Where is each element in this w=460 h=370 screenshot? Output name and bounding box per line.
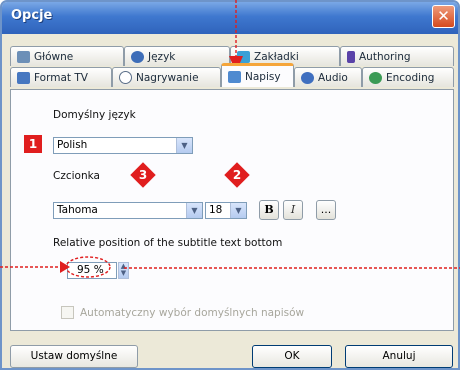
close-button[interactable]: ✕ — [432, 5, 455, 28]
chevron-down-icon[interactable]: ▼ — [186, 203, 202, 218]
bookmark-icon — [237, 50, 250, 63]
default-language-label: Domyślny język — [53, 109, 136, 121]
cancel-button[interactable]: Anuluj — [345, 345, 453, 368]
spinner-arrows-icon[interactable]: ▲ ▼ — [118, 262, 129, 279]
chevron-down-icon[interactable]: ▼ — [230, 203, 246, 218]
tab-encoding[interactable]: Encoding — [362, 67, 454, 87]
title-bar[interactable]: Opcje ✕ — [2, 2, 458, 34]
tab-strip: Główne Język Zakładki Authoring Format T… — [10, 42, 454, 92]
chevron-down-icon[interactable]: ▼ — [176, 138, 192, 153]
font-label: Czcionka — [53, 170, 100, 182]
callout-badge-3: 3 — [130, 162, 156, 188]
tab-label: Główne — [34, 50, 74, 63]
font-family-select[interactable]: Tahoma ▼ — [53, 202, 203, 219]
bold-button[interactable]: B — [259, 200, 279, 220]
tab-label: Audio — [318, 71, 348, 84]
pen-icon — [347, 50, 355, 63]
callout-number: 2 — [232, 168, 242, 182]
ok-button[interactable]: OK — [252, 345, 332, 368]
subtitles-panel: Domyślny język Polish ▼ Czcionka Tahoma … — [10, 89, 454, 331]
font-size-select[interactable]: 18 ▼ — [205, 202, 247, 219]
position-label: Relative position of the subtitle text b… — [53, 237, 283, 249]
callout-badge-2: 2 — [224, 162, 250, 188]
callout-number: 3 — [138, 168, 148, 182]
tab-label: Nagrywanie — [136, 71, 199, 84]
auto-select-label: Automatyczny wybór domyślnych napisów — [80, 306, 305, 319]
auto-select-checkbox[interactable] — [61, 306, 74, 319]
tab-glowne[interactable]: Główne — [10, 46, 124, 66]
default-language-value: Polish — [57, 139, 88, 151]
more-font-options-button[interactable]: ... — [316, 200, 336, 220]
audio-icon — [301, 71, 314, 84]
encoding-icon — [369, 71, 382, 84]
gear-icon — [17, 50, 30, 63]
tab-label: Encoding — [386, 71, 435, 84]
subtitles-icon — [228, 70, 241, 83]
tab-label: Napisy — [245, 70, 281, 83]
tab-jezyk[interactable]: Język — [124, 46, 230, 66]
callout-badge-1: 1 — [24, 135, 42, 153]
tv-icon — [17, 71, 30, 84]
tab-audio[interactable]: Audio — [294, 67, 362, 87]
tab-nagrywanie[interactable]: Nagrywanie — [112, 67, 221, 87]
italic-button[interactable]: I — [283, 200, 303, 220]
record-icon — [119, 71, 132, 84]
position-spinner[interactable]: 95 % — [67, 262, 117, 279]
font-family-value: Tahoma — [57, 204, 98, 216]
default-language-select[interactable]: Polish ▼ — [53, 137, 193, 154]
tab-label: Authoring — [359, 50, 411, 63]
tab-label: Format TV — [34, 71, 88, 84]
tab-authoring[interactable]: Authoring — [340, 46, 454, 66]
auto-select-checkbox-row[interactable]: Automatyczny wybór domyślnych napisów — [61, 306, 304, 319]
tab-label: Język — [148, 50, 176, 63]
tab-label: Zakładki — [254, 50, 299, 63]
window-title: Opcje — [11, 8, 53, 23]
tab-napisy[interactable]: Napisy — [221, 63, 294, 87]
options-dialog: Opcje ✕ Główne Język Zakładki Authoring … — [0, 0, 460, 370]
set-defaults-button[interactable]: Ustaw domyślne — [10, 345, 138, 368]
position-value: 95 % — [77, 264, 104, 276]
font-size-value: 18 — [209, 204, 223, 216]
tab-format-tv[interactable]: Format TV — [10, 67, 112, 87]
globe-icon — [131, 50, 144, 63]
